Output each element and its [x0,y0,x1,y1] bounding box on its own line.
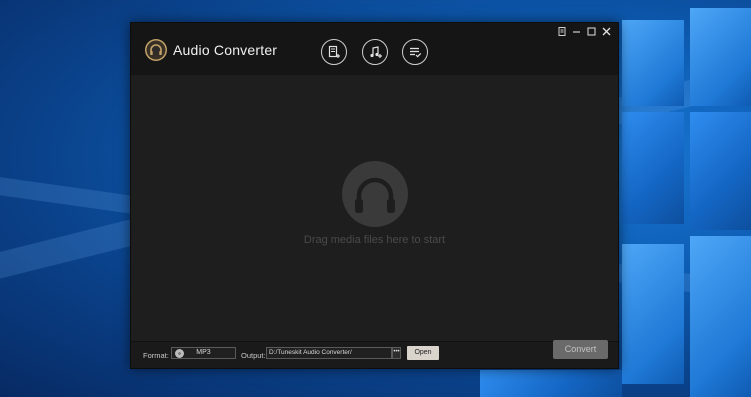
menu-icon[interactable] [556,26,567,37]
title-bar: Audio Converter [131,23,618,75]
audio-converter-window: Audio Converter Drag media files here to… [130,22,619,369]
wallpaper-window-pane [622,20,684,106]
bottom-bar: Format: MP3 Output: D:/Tuneskit Audio Co… [131,340,618,368]
drop-zone[interactable]: Drag media files here to start [131,75,618,343]
list-check-icon [408,45,422,59]
wallpaper-window-pane [480,370,622,397]
wallpaper-window-pane [690,8,751,106]
app-title: Audio Converter [173,42,278,58]
output-label: Output: [241,351,266,360]
converted-list-button[interactable] [402,39,428,65]
format-select[interactable]: MP3 [171,347,236,359]
app-brand: Audio Converter [145,39,277,61]
wallpaper-window-pane [690,112,751,230]
wallpaper-window-pane [622,112,684,224]
format-label: Format: [143,351,169,360]
browse-button[interactable]: ••• [392,347,401,359]
drop-hint-text: Drag media files here to start [303,234,446,246]
close-icon[interactable] [601,26,612,37]
wallpaper-window-pane [690,236,751,397]
headphones-logo-icon [145,39,167,61]
add-audio-button[interactable] [362,39,388,65]
headphones-placeholder-icon [342,161,408,227]
window-controls [556,26,612,37]
convert-button[interactable]: Convert [553,340,608,359]
add-files-button[interactable] [321,39,347,65]
open-button[interactable]: Open [407,346,439,360]
output-path-field[interactable]: D:/Tuneskit Audio Converter/ [266,347,392,359]
music-note-plus-icon [368,45,382,59]
minimize-icon[interactable] [571,26,582,37]
wallpaper-window-pane [622,244,684,384]
document-plus-icon [327,45,341,59]
format-value: MP3 [196,349,211,356]
maximize-icon[interactable] [586,26,597,37]
